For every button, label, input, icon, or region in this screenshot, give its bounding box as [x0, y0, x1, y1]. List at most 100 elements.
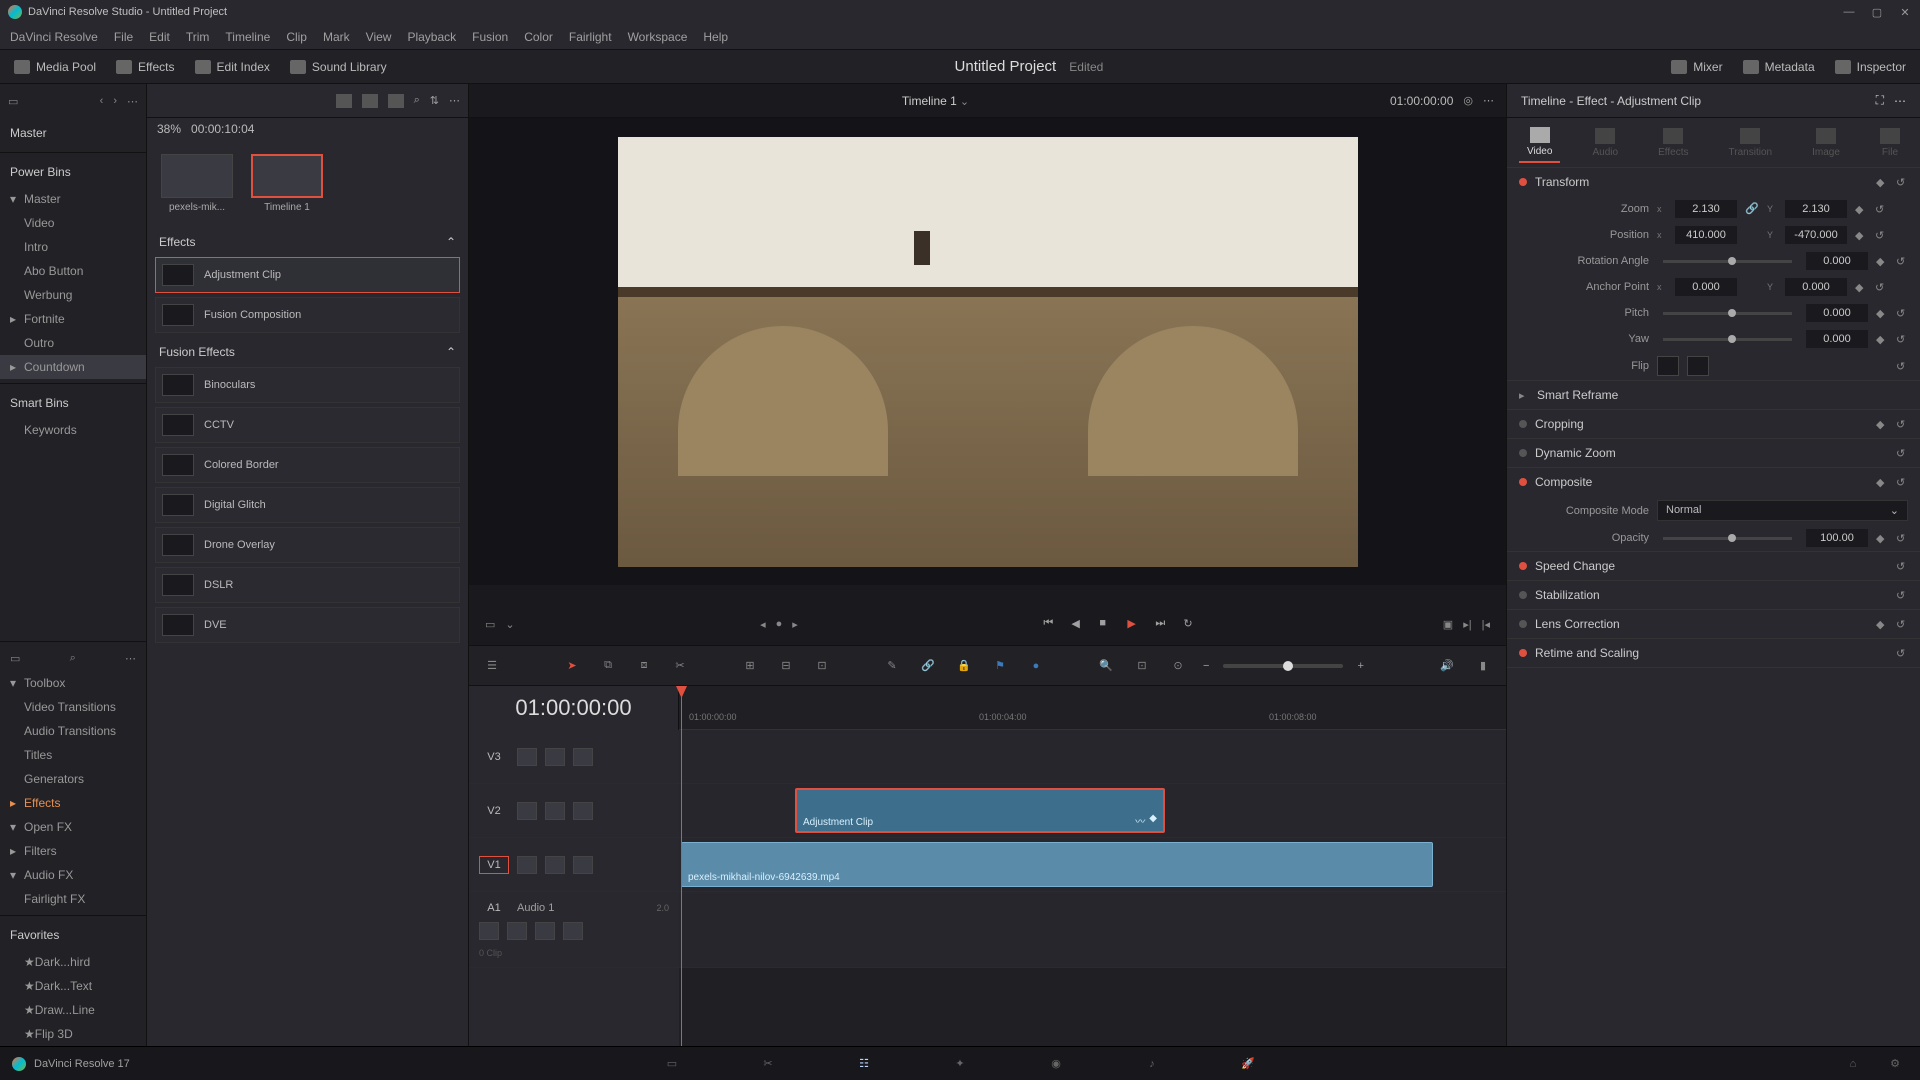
auto-select-icon[interactable] [507, 922, 527, 940]
reset-icon[interactable]: ↺ [1896, 307, 1908, 319]
options-icon[interactable]: ⋯ [125, 652, 136, 665]
overwrite-icon[interactable]: ⊟ [775, 656, 797, 676]
track-header-v1[interactable]: V1 [469, 838, 679, 892]
effect-cctv[interactable]: CCTV [155, 407, 460, 443]
clip-video[interactable]: pexels-mikhail-nilov-6942639.mp4 [681, 842, 1433, 887]
lock-icon[interactable]: 🔒 [953, 656, 975, 676]
menu-trim[interactable]: Trim [186, 30, 210, 44]
menu-resolve[interactable]: DaVinci Resolve [10, 30, 98, 44]
selection-tool-icon[interactable]: ➤ [561, 656, 583, 676]
master-bin[interactable]: Master [0, 118, 146, 148]
keyframe-icon[interactable]: ◆ [1855, 229, 1867, 241]
lock-track-icon[interactable] [479, 922, 499, 940]
tree-master[interactable]: ▾Master [0, 187, 146, 211]
close-icon[interactable]: ✕ [1898, 5, 1912, 19]
opacity-input[interactable] [1806, 529, 1868, 547]
lock-track-icon[interactable] [517, 856, 537, 874]
metadata-button[interactable]: Metadata [1743, 60, 1815, 74]
media-page-icon[interactable]: ▭ [659, 1053, 685, 1075]
cropping-header[interactable]: Cropping◆↺ [1507, 410, 1920, 438]
zoom-to-fit-icon[interactable]: ⊡ [1131, 656, 1153, 676]
blade-tool-icon[interactable]: ✂ [669, 656, 691, 676]
home-icon[interactable]: ⌂ [1840, 1053, 1866, 1075]
menu-timeline[interactable]: Timeline [225, 30, 270, 44]
enable-dot-icon[interactable] [1519, 178, 1527, 186]
keyframe-icon[interactable]: ◆ [1876, 618, 1888, 630]
link-icon[interactable]: 🔗 [1745, 202, 1759, 216]
enable-dot-icon[interactable] [1519, 649, 1527, 657]
replace-icon[interactable]: ⊡ [811, 656, 833, 676]
menu-mark[interactable]: Mark [323, 30, 350, 44]
inspector-tab-image[interactable]: Image [1804, 124, 1848, 162]
tree-fairlightfx[interactable]: Fairlight FX [0, 887, 146, 911]
settings-icon[interactable]: ⚙ [1882, 1053, 1908, 1075]
fav-drawline[interactable]: ★ Draw...Line [0, 998, 146, 1022]
retime-header[interactable]: Retime and Scaling↺ [1507, 639, 1920, 667]
media-thumb[interactable]: pexels-mik... [161, 154, 233, 213]
fav-darkthird[interactable]: ★ Dark...hird [0, 950, 146, 974]
current-edit-icon[interactable]: ● [776, 618, 783, 631]
timeline-ruler[interactable]: 01:00:00:00 01:00:04:00 01:00:08:00 [679, 686, 1506, 730]
menu-color[interactable]: Color [524, 30, 553, 44]
zoom-slider[interactable] [1223, 664, 1343, 668]
pitch-slider[interactable] [1663, 312, 1792, 315]
search-icon[interactable]: 🔍 [1095, 656, 1117, 676]
disable-track-icon[interactable] [573, 802, 593, 820]
reset-icon[interactable]: ↺ [1875, 229, 1887, 241]
thumbnail-view-icon[interactable] [362, 94, 378, 108]
fusion-effects-header[interactable]: Fusion Effects⌃ [155, 337, 460, 367]
disable-track-icon[interactable] [573, 856, 593, 874]
match-frame-icon[interactable]: ▣ [1443, 618, 1453, 631]
anchor-y-input[interactable] [1785, 278, 1847, 296]
enable-dot-icon[interactable] [1519, 591, 1527, 599]
nav-back-icon[interactable]: ‹ [100, 95, 104, 107]
track-lane-a1[interactable] [679, 892, 1506, 967]
tree-abo-button[interactable]: Abo Button [0, 259, 146, 283]
list-view-icon[interactable] [388, 94, 404, 108]
inspector-tab-transition[interactable]: Transition [1721, 124, 1781, 162]
tree-generators[interactable]: Generators [0, 767, 146, 791]
smart-reframe-header[interactable]: ▸Smart Reframe [1507, 381, 1920, 409]
track-lane-v2[interactable]: Adjustment Clip 〰◆ [679, 784, 1506, 837]
toolbox-header[interactable]: ▾Toolbox [0, 671, 146, 695]
menu-file[interactable]: File [114, 30, 133, 44]
reset-icon[interactable]: ↺ [1896, 589, 1908, 601]
position-x-input[interactable] [1675, 226, 1737, 244]
fairlight-page-icon[interactable]: ♪ [1139, 1053, 1165, 1075]
yaw-slider[interactable] [1663, 338, 1792, 341]
jog-bar[interactable] [469, 585, 1506, 603]
media-thumb[interactable]: Timeline 1 [251, 154, 323, 213]
timeline-timecode[interactable]: 01:00:00:00 [469, 686, 679, 730]
viewer-mode-icon[interactable]: ▭ [485, 618, 495, 631]
chevron-down-icon[interactable]: ⌄ [960, 96, 969, 108]
effect-colored-border[interactable]: Colored Border [155, 447, 460, 483]
effect-dve[interactable]: DVE [155, 607, 460, 643]
reset-icon[interactable]: ↺ [1896, 447, 1908, 459]
keyframe-icon[interactable]: ◆ [1855, 203, 1867, 215]
color-page-icon[interactable]: ◉ [1043, 1053, 1069, 1075]
reset-icon[interactable]: ↺ [1896, 560, 1908, 572]
tree-countdown[interactable]: ▸Countdown [0, 355, 146, 379]
opacity-slider[interactable] [1663, 537, 1792, 540]
tree-audio-transitions[interactable]: Audio Transitions [0, 719, 146, 743]
effect-dslr[interactable]: DSLR [155, 567, 460, 603]
menu-view[interactable]: View [366, 30, 392, 44]
inspector-button[interactable]: Inspector [1835, 60, 1906, 74]
zoom-y-input[interactable] [1785, 200, 1847, 218]
keyframe-icon[interactable]: ◆ [1876, 255, 1888, 267]
tree-video-transitions[interactable]: Video Transitions [0, 695, 146, 719]
reset-icon[interactable]: ↺ [1875, 203, 1887, 215]
track-lane-v1[interactable]: pexels-mikhail-nilov-6942639.mp4 [679, 838, 1506, 891]
effect-adjustment-clip[interactable]: Adjustment Clip [155, 257, 460, 293]
zoom-percent[interactable]: 38% [157, 122, 181, 136]
tree-werbung[interactable]: Werbung [0, 283, 146, 307]
edit-page-icon[interactable]: ☷ [851, 1053, 877, 1075]
tree-outro[interactable]: Outro [0, 331, 146, 355]
timeline-view-icon[interactable]: ☰ [481, 656, 503, 676]
keyframe-icon[interactable]: ◆ [1876, 176, 1888, 188]
link-icon[interactable]: 🔗 [917, 656, 939, 676]
options-icon[interactable]: ⋯ [1483, 94, 1494, 107]
flip-v-button[interactable] [1687, 356, 1709, 376]
effect-binoculars[interactable]: Binoculars [155, 367, 460, 403]
fav-flip3d[interactable]: ★ Flip 3D [0, 1022, 146, 1046]
